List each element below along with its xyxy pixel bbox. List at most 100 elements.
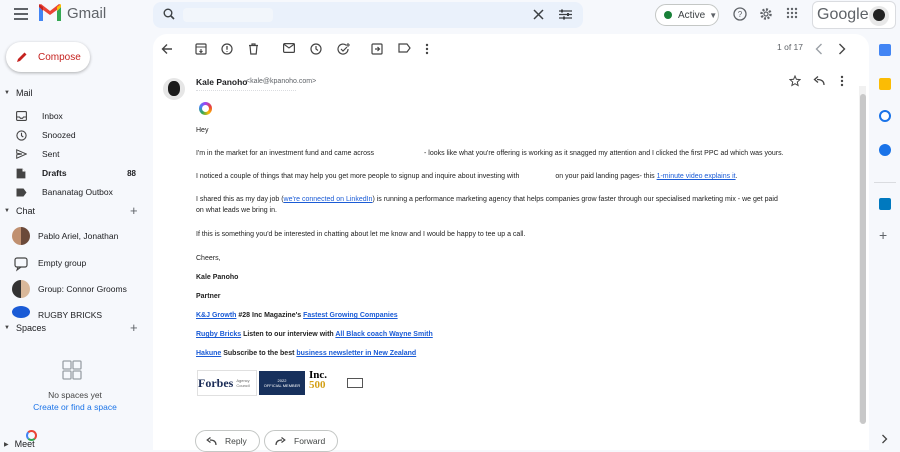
gmail-m-icon	[39, 4, 61, 21]
snooze-clock-icon[interactable]	[310, 43, 322, 55]
chat-section-header[interactable]: ▼ Chat	[4, 206, 35, 216]
app-name: Gmail	[67, 4, 107, 22]
svg-text:?: ?	[738, 10, 743, 19]
video-link[interactable]: 1-minute video explains it	[657, 173, 736, 180]
sidebar-item-bananatag-outbox[interactable]: Bananatag Outbox	[0, 184, 150, 200]
more-options-icon[interactable]	[425, 43, 429, 55]
spaces-placeholder-icon	[62, 360, 82, 380]
report-spam-icon[interactable]	[221, 43, 233, 55]
older-chevron-right-icon[interactable]	[838, 43, 846, 55]
text-span: I'm in the market for an investment fund…	[196, 150, 374, 157]
official-member-badge: 2022 OFFICIAL MEMBER	[259, 371, 305, 395]
forbes-wordmark: Forbes	[198, 375, 234, 390]
forward-button[interactable]: Forward	[264, 430, 339, 452]
clear-search-icon[interactable]	[533, 9, 544, 20]
gmail-logo[interactable]: Gmail	[38, 4, 106, 22]
text-span: Subscribe to the best	[221, 350, 297, 357]
contacts-icon[interactable]	[879, 144, 891, 156]
spaces-section-header[interactable]: ▼ Spaces	[4, 323, 46, 333]
settings-gear-icon[interactable]	[759, 7, 773, 21]
move-to-icon[interactable]	[371, 43, 383, 55]
wayne-smith-link[interactable]: All Black coach Wayne Smith	[335, 331, 432, 338]
pagination-label: 1 of 17	[777, 42, 803, 52]
search-icon[interactable]	[163, 8, 175, 20]
search-input[interactable]	[183, 8, 273, 22]
label-tag-icon[interactable]	[398, 43, 411, 53]
back-arrow-icon[interactable]	[161, 43, 173, 55]
rugby-bricks-link[interactable]: Rugby Bricks	[196, 331, 241, 338]
sidebar-item-drafts[interactable]: Drafts 88	[0, 165, 150, 181]
mail-section-header[interactable]: ▼ Mail	[4, 88, 32, 98]
group-avatar	[12, 227, 30, 245]
account-switcher[interactable]: Google	[812, 1, 896, 29]
sidebar-item-label: Inbox	[42, 111, 63, 121]
signature-title: Partner	[196, 293, 221, 300]
fastest-growing-link[interactable]: Fastest Growing Companies	[303, 312, 398, 319]
meet-loader-icon	[26, 430, 37, 441]
sender-avatar[interactable]	[163, 78, 185, 100]
keep-icon[interactable]	[879, 78, 891, 90]
sender-name: Kale Panoho	[196, 77, 248, 87]
newer-chevron-left-icon[interactable]	[815, 43, 823, 55]
search-bar[interactable]	[153, 2, 583, 28]
compose-label: Compose	[38, 51, 81, 63]
signature-line-3: Hakune Subscribe to the best business ne…	[196, 350, 416, 357]
text-span: ) is running a performance marketing age…	[372, 196, 778, 203]
new-space-plus-icon[interactable]: +	[130, 320, 138, 335]
left-sidebar: Compose ▼ Mail Inbox Snoozed Sent Drafts …	[0, 36, 152, 450]
reply-button[interactable]: Reply	[195, 430, 260, 452]
hakune-link[interactable]: Hakune	[196, 350, 221, 357]
status-selector[interactable]: Active ▼	[655, 4, 719, 26]
trello-icon[interactable]	[879, 198, 891, 210]
group-avatar	[12, 306, 30, 318]
apps-grid-icon[interactable]	[786, 7, 798, 19]
email-paragraph-3: I shared this as my day job (we're conne…	[196, 196, 778, 203]
small-award-badge	[347, 378, 363, 388]
badge-label: OFFICIAL MEMBER	[263, 383, 301, 388]
new-chat-plus-icon[interactable]: +	[130, 203, 138, 218]
sender-email: <kale@kpanoho.com>	[246, 78, 317, 85]
account-avatar[interactable]	[869, 6, 889, 26]
linkedin-link[interactable]: we're connected on LinkedIn	[284, 196, 373, 203]
chat-item-connor-grooms[interactable]: Group: Connor Grooms	[12, 280, 127, 298]
get-addons-plus-icon[interactable]: +	[879, 227, 887, 243]
group-avatar	[12, 280, 30, 298]
signature-name: Kale Panoho	[196, 274, 239, 281]
show-panel-chevron-icon[interactable]	[881, 434, 888, 444]
forbes-sub: Agency Council	[236, 378, 250, 388]
recipient-details[interactable]	[196, 90, 296, 93]
star-icon[interactable]	[789, 75, 801, 87]
message-more-icon[interactable]	[840, 75, 844, 87]
reply-arrow-icon[interactable]	[813, 76, 825, 86]
newsletter-link[interactable]: business newsletter in New Zealand	[296, 350, 416, 357]
chat-item-rugby-bricks[interactable]: RUGBY BRICKS	[12, 306, 102, 318]
calendar-icon[interactable]	[879, 44, 891, 56]
sidebar-item-label: Bananatag Outbox	[42, 187, 113, 197]
kj-growth-link[interactable]: K&J Growth	[196, 312, 236, 319]
chat-item-empty-group[interactable]: Empty group	[12, 254, 86, 272]
add-to-tasks-icon[interactable]	[337, 43, 350, 55]
delete-trash-icon[interactable]	[248, 43, 259, 55]
company-logo-icon	[199, 102, 212, 115]
email-paragraph-3-cont: on what leads we bring in.	[196, 207, 277, 214]
spaces-heading: Spaces	[15, 323, 46, 333]
help-icon[interactable]: ?	[733, 7, 747, 21]
mark-unread-icon[interactable]	[283, 43, 295, 53]
search-options-icon[interactable]	[559, 9, 572, 20]
forbes-council-badge: Forbes Agency Council	[197, 370, 257, 396]
sidebar-item-sent[interactable]: Sent	[0, 146, 150, 162]
chat-item-pablo-ariel-jonathan[interactable]: Pablo Ariel, Jonathan	[12, 227, 118, 245]
reply-icon	[206, 436, 217, 445]
archive-icon[interactable]	[195, 43, 207, 55]
scrollbar-thumb[interactable]	[860, 94, 866, 424]
sidebar-item-snoozed[interactable]: Snoozed	[0, 127, 150, 143]
signature-line-1: K&J Growth #28 Inc Magazine's Fastest Gr…	[196, 312, 398, 319]
compose-button[interactable]: Compose	[6, 42, 90, 72]
sidebar-item-inbox[interactable]: Inbox	[0, 108, 150, 124]
main-menu-icon[interactable]	[14, 8, 28, 20]
create-space-link[interactable]: Create or find a space	[0, 402, 150, 412]
tasks-icon[interactable]	[879, 110, 891, 122]
pencil-icon	[17, 52, 27, 62]
reply-label: Reply	[225, 436, 247, 446]
text-span: #28 Inc Magazine's	[236, 312, 304, 319]
